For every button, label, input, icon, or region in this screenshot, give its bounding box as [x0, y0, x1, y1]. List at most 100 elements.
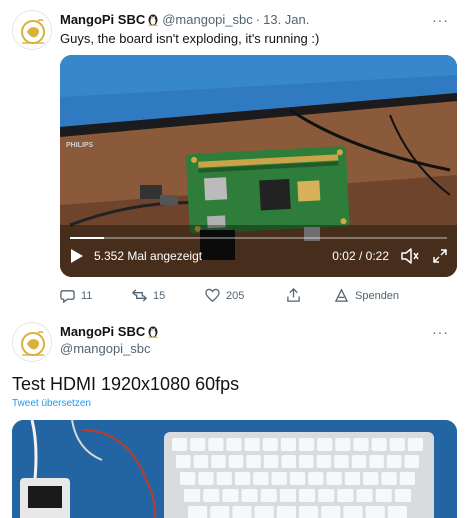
keyboard-key [389, 438, 405, 451]
tweet-actions: 11 15 205 Spenden [60, 288, 400, 306]
mangopi-logo-icon [13, 11, 51, 49]
keyboard-photo [12, 420, 457, 518]
tip-icon [334, 288, 349, 302]
author-name[interactable]: MangoPi SBC [60, 324, 145, 339]
keyboard-key [271, 472, 287, 485]
video-time: 0:02 / 0:22 [332, 249, 389, 263]
share-button[interactable] [286, 288, 307, 303]
author-handle[interactable]: @mangopi_sbc [162, 12, 253, 27]
retweet-button[interactable]: 15 [132, 288, 165, 303]
play-icon[interactable] [70, 248, 84, 264]
keyboard-key [369, 455, 384, 468]
tweet-date[interactable]: 13. Jan. [263, 12, 309, 27]
keyboard-key [246, 455, 261, 468]
keyboard-key [318, 489, 335, 502]
keyboard-key [299, 489, 316, 502]
separator-dot: · [255, 12, 261, 27]
volume-icon[interactable] [401, 248, 419, 264]
keyboard-key [299, 438, 315, 451]
tweet-photo[interactable] [12, 420, 457, 518]
spenden-label: Spenden [355, 289, 400, 302]
keyboard-key [351, 455, 367, 468]
tux-penguin-icon [148, 14, 158, 26]
keyboard-key [244, 438, 260, 451]
keyboard-key [276, 506, 296, 518]
keyboard-key [253, 472, 269, 485]
keyboard-key [375, 489, 392, 502]
keyboard-key [228, 455, 244, 468]
keyboard-key [262, 438, 278, 451]
fullscreen-icon[interactable] [433, 249, 447, 263]
reply-button[interactable]: 11 [60, 288, 92, 303]
keyboard-key [208, 438, 224, 451]
keyboard-key [316, 455, 332, 468]
tweet-text: Test HDMI 1920x1080 60fps [12, 374, 240, 394]
keyboard-key [308, 472, 324, 485]
keyboard-key [334, 455, 349, 468]
tux-penguin-icon [148, 326, 158, 338]
keyboard-key [222, 489, 239, 502]
keyboard-key [321, 506, 341, 518]
translate-tweet-link[interactable]: Tweet übersetzen [12, 398, 91, 409]
keyboard-key [299, 506, 319, 518]
keyboard-key [184, 489, 201, 502]
avatar[interactable] [12, 322, 52, 362]
keyboard-key [344, 472, 361, 485]
keyboard-key [254, 506, 274, 518]
keyboard-key [232, 506, 252, 518]
keyboard-key [211, 455, 226, 468]
keyboard-key [399, 472, 415, 485]
more-options-icon[interactable]: ··· [432, 12, 449, 28]
retweet-count: 15 [153, 289, 166, 302]
keyboard-key [190, 438, 206, 451]
keyboard-key [335, 438, 351, 451]
keyboard-key [176, 455, 191, 468]
keyboard-key [299, 455, 314, 468]
like-button[interactable]: 205 [205, 288, 244, 303]
view-count: 5.352 Mal angezeigt [94, 249, 203, 263]
heart-icon [205, 288, 220, 302]
video-player[interactable]: PHILIPS 5.352 Mal angezeigt 0:02 / 0:22 [60, 55, 457, 277]
keyboard-key [407, 438, 423, 451]
keyboard-key [172, 438, 188, 451]
keyboard-key [356, 489, 373, 502]
keyboard-key [386, 455, 402, 468]
more-options-icon[interactable]: ··· [432, 324, 449, 340]
keyboard-key [241, 489, 258, 502]
share-icon [287, 288, 300, 302]
keyboard-key [343, 506, 363, 518]
tweet-header: MangoPi SBC [60, 324, 162, 339]
keyboard-key [281, 455, 296, 468]
keyboard-key [280, 438, 296, 451]
mangopi-logo-icon [13, 323, 51, 361]
keyboard-key [326, 472, 342, 485]
keyboard-key [263, 455, 279, 468]
keyboard-key [210, 506, 230, 518]
video-controls: 5.352 Mal angezeigt 0:02 / 0:22 [60, 235, 457, 277]
keyboard-key [188, 506, 208, 518]
keyboard-key [180, 472, 196, 485]
keyboard-key [371, 438, 387, 451]
keyboard-key [381, 472, 397, 485]
keyboard-key [234, 472, 251, 485]
keyboard-key [365, 506, 385, 518]
keyboard-key [216, 472, 232, 485]
keyboard-key [260, 489, 277, 502]
spenden-button[interactable]: Spenden [334, 288, 399, 303]
tweet-text: Guys, the board isn't exploding, it's ru… [60, 31, 320, 46]
reply-count: 11 [81, 289, 93, 302]
retweet-icon [132, 289, 147, 302]
keyboard-key [387, 506, 407, 518]
keyboard-key [363, 472, 379, 485]
like-count: 205 [226, 289, 245, 302]
keyboard-key [394, 489, 411, 502]
keyboard-key [404, 455, 419, 468]
author-name[interactable]: MangoPi SBC [60, 12, 145, 27]
keyboard-key [226, 438, 242, 451]
tweet-header: MangoPi SBC @mangopi_sbc · 13. Jan. [60, 12, 309, 27]
brand-watermark: PHILIPS [66, 142, 94, 149]
keyboard-key [198, 472, 214, 485]
avatar[interactable] [12, 10, 52, 50]
keyboard-key [337, 489, 354, 502]
author-handle[interactable]: @mangopi_sbc [60, 341, 151, 356]
